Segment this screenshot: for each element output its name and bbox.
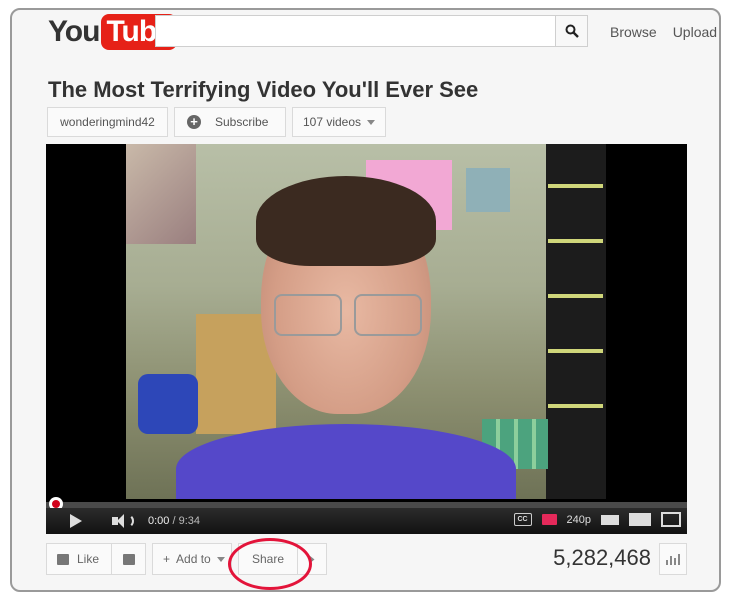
video-count-dropdown[interactable]: 107 videos xyxy=(292,107,386,137)
annotations-icon[interactable] xyxy=(541,514,557,525)
logo-you-text: You xyxy=(48,15,100,48)
channel-row: wonderingmind42 + Subscribe 107 videos xyxy=(47,107,386,137)
blue-jug xyxy=(138,374,198,434)
video-frame[interactable] xyxy=(126,144,606,499)
share-button[interactable]: Share xyxy=(238,543,298,575)
dislike-button[interactable] xyxy=(111,543,146,575)
current-time: 0:00 xyxy=(148,515,170,527)
upload-link[interactable]: Upload xyxy=(673,24,717,40)
person-hair xyxy=(256,176,436,266)
player-controls: 0:00 / 9:34 CC 240p xyxy=(46,508,687,534)
quality-button[interactable]: 240p xyxy=(567,514,591,526)
search-input[interactable] xyxy=(155,15,556,47)
person-shirt xyxy=(176,424,516,499)
search-icon xyxy=(565,24,579,38)
search-button[interactable] xyxy=(556,15,588,47)
wall-picture xyxy=(466,168,510,212)
video-title: The Most Terrifying Video You'll Ever Se… xyxy=(48,77,479,102)
player-right-controls: CC 240p xyxy=(513,512,681,527)
cabinet-slot xyxy=(548,184,603,188)
more-button[interactable] xyxy=(297,543,327,575)
time-display: 0:00 / 9:34 xyxy=(148,515,200,527)
like-button[interactable]: Like xyxy=(46,543,112,575)
video-player[interactable]: 0:00 / 9:34 CC 240p xyxy=(46,144,687,534)
fullscreen-icon[interactable] xyxy=(661,512,681,527)
chevron-down-icon xyxy=(367,119,376,125)
plus-icon: + xyxy=(187,115,201,129)
subscribe-button[interactable]: + Subscribe xyxy=(174,107,286,137)
add-to-label: Add to xyxy=(176,552,211,566)
browse-link[interactable]: Browse xyxy=(610,24,657,40)
like-label: Like xyxy=(77,552,100,566)
browser-frame: You Tube Browse Upload The Most Terrifyi… xyxy=(10,8,721,592)
small-player-icon[interactable] xyxy=(601,514,619,525)
cabinet-slot xyxy=(548,239,603,243)
cabinet-slot xyxy=(548,404,603,408)
add-to-button[interactable]: + Add to xyxy=(152,543,232,575)
black-cabinet xyxy=(546,144,606,499)
wall-poster xyxy=(126,144,196,244)
plus-icon: + xyxy=(163,552,171,566)
total-time: / 9:34 xyxy=(172,515,201,527)
large-player-icon[interactable] xyxy=(629,513,651,526)
chevron-down-icon xyxy=(216,556,225,562)
cabinet-slot xyxy=(548,294,603,298)
view-count: 5,282,468 xyxy=(553,545,651,570)
glasses-right-lens xyxy=(354,294,422,336)
stats-button[interactable] xyxy=(659,543,687,575)
glasses-left-lens xyxy=(274,294,342,336)
channel-name-button[interactable]: wonderingmind42 xyxy=(47,107,168,137)
subscribe-label: Subscribe xyxy=(215,115,269,129)
thumbs-up-icon xyxy=(57,553,69,565)
play-icon[interactable] xyxy=(70,514,82,528)
video-count-label: 107 videos xyxy=(302,115,362,129)
share-label: Share xyxy=(251,552,285,566)
action-bar: Like + Add to Share 5,282,468 xyxy=(46,538,687,590)
cabinet-slot xyxy=(548,349,603,353)
thumbs-down-icon xyxy=(122,553,135,565)
captions-icon[interactable]: CC xyxy=(513,513,532,526)
top-links: Browse Upload xyxy=(610,24,717,40)
arrow-icon xyxy=(309,555,315,563)
volume-icon[interactable] xyxy=(112,514,134,528)
